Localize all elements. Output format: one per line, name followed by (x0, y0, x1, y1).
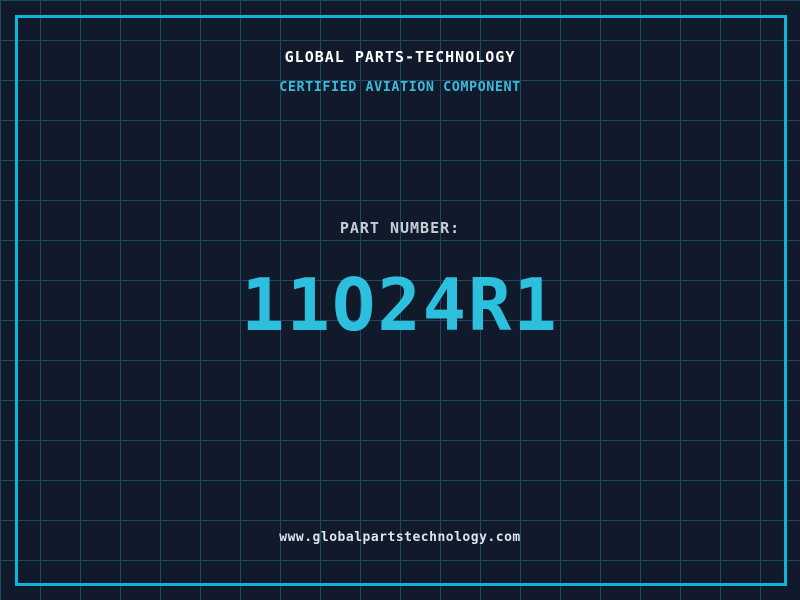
company-title: GLOBAL PARTS-TECHNOLOGY (0, 50, 800, 65)
part-certificate-canvas: GLOBAL PARTS-TECHNOLOGY CERTIFIED AVIATI… (0, 0, 800, 600)
website-url: www.globalpartstechnology.com (0, 531, 800, 544)
part-number-value: 11O24R1 (0, 269, 800, 341)
certification-subtitle: CERTIFIED AVIATION COMPONENT (0, 81, 800, 95)
part-number-label: PART NUMBER: (0, 221, 800, 236)
